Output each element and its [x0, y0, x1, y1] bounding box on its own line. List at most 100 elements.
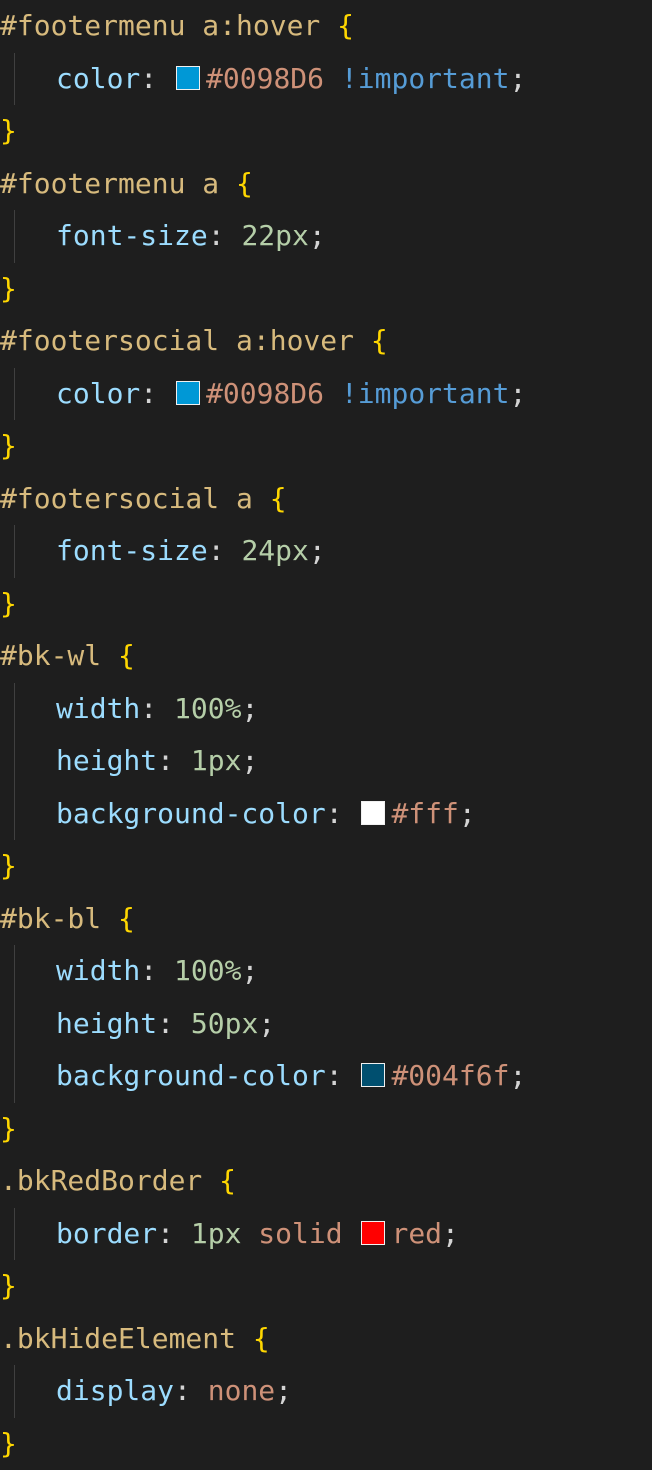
- code-line[interactable]: #footersocial a {: [0, 473, 652, 526]
- code-token: #footermenu a: [0, 166, 237, 200]
- code-token: 100%: [174, 954, 242, 987]
- code-token: ;: [241, 744, 259, 777]
- color-swatch-icon[interactable]: [176, 380, 201, 405]
- code-token: ;: [509, 61, 527, 95]
- code-token: :: [140, 954, 175, 987]
- code-editor[interactable]: #footermenu a:hover {color: #0098D6 !imp…: [0, 0, 652, 1470]
- code-token: {: [269, 481, 287, 515]
- code-token: height: [56, 744, 158, 777]
- indent-guide: [0, 682, 56, 736]
- code-token: color: [56, 376, 141, 410]
- code-token: {: [252, 1321, 270, 1355]
- code-line[interactable]: height: 50px;: [0, 997, 652, 1051]
- code-line[interactable]: .bkRedBorder {: [0, 1155, 652, 1208]
- code-token: red: [391, 1216, 443, 1250]
- code-token: #0098D6: [206, 61, 325, 95]
- code-line[interactable]: }: [0, 1103, 652, 1156]
- code-token: !important: [324, 376, 510, 410]
- code-token: border: [56, 1216, 158, 1250]
- code-line[interactable]: }: [0, 840, 652, 893]
- code-line[interactable]: height: 1px;: [0, 735, 652, 788]
- color-swatch-icon[interactable]: [361, 1220, 386, 1245]
- code-line[interactable]: #footersocial a:hover {: [0, 315, 652, 368]
- code-token: .bkRedBorder: [0, 1164, 220, 1197]
- code-line[interactable]: #footermenu a:hover {: [0, 0, 652, 53]
- code-token: #footersocial a:hover: [0, 324, 371, 357]
- code-token: :: [140, 376, 175, 410]
- color-swatch-icon[interactable]: [361, 800, 386, 825]
- code-token: {: [236, 166, 253, 200]
- code-token: ;: [275, 1374, 293, 1407]
- code-token: display: [56, 1374, 175, 1407]
- code-token: font-size: [56, 534, 208, 567]
- code-token: :: [140, 691, 175, 725]
- code-line[interactable]: .bkHideElement {: [0, 1313, 652, 1366]
- code-token: 50px: [190, 1006, 259, 1040]
- code-line[interactable]: #bk-wl {: [0, 630, 652, 683]
- indent-guide: [0, 1050, 56, 1103]
- indent-guide: [0, 787, 56, 841]
- code-token: ;: [308, 534, 326, 567]
- code-token: }: [0, 1426, 17, 1460]
- code-token: #footermenu a:hover: [0, 9, 338, 42]
- code-token: ;: [458, 796, 476, 830]
- code-token: :: [325, 1059, 360, 1092]
- code-token: :: [157, 1006, 191, 1040]
- code-line[interactable]: background-color: #004f6f;: [0, 1050, 652, 1103]
- code-line[interactable]: width: 100%;: [0, 682, 652, 736]
- code-token: #004f6f: [391, 1059, 510, 1092]
- indent-guide: [0, 945, 56, 998]
- code-line[interactable]: font-size: 22px;: [0, 210, 652, 263]
- code-token: {: [370, 324, 388, 357]
- code-token: }: [0, 114, 17, 147]
- code-token: color: [56, 61, 141, 95]
- code-line[interactable]: border: 1px solid red;: [0, 1207, 652, 1261]
- code-line[interactable]: }: [0, 263, 652, 316]
- code-line[interactable]: color: #0098D6 !important;: [0, 367, 652, 421]
- code-line[interactable]: }: [0, 1260, 652, 1313]
- code-token: }: [0, 849, 17, 882]
- code-line[interactable]: font-size: 24px;: [0, 525, 652, 578]
- code-token: :: [207, 534, 242, 567]
- indent-guide: [0, 1207, 56, 1261]
- code-line[interactable]: }: [0, 1418, 652, 1470]
- code-token: {: [118, 639, 135, 672]
- color-swatch-icon[interactable]: [176, 65, 201, 90]
- code-token: :: [157, 744, 191, 777]
- code-token: }: [0, 1269, 17, 1302]
- code-line[interactable]: display: none;: [0, 1365, 652, 1418]
- indent-guide: [0, 367, 56, 421]
- code-line[interactable]: width: 100%;: [0, 945, 652, 998]
- color-swatch-icon[interactable]: [361, 1063, 386, 1087]
- indent-guide: [0, 997, 56, 1051]
- indent-guide: [0, 735, 56, 788]
- code-token: background-color: [56, 1059, 326, 1092]
- code-token: #bk-wl: [0, 639, 119, 672]
- code-line[interactable]: color: #0098D6 !important;: [0, 52, 652, 106]
- code-token: solid: [241, 1216, 360, 1250]
- code-token: #0098D6: [206, 376, 325, 410]
- code-token: none: [207, 1374, 276, 1407]
- indent-guide: [0, 525, 56, 578]
- code-token: width: [56, 954, 141, 987]
- code-line[interactable]: }: [0, 420, 652, 473]
- code-token: font-size: [56, 219, 208, 252]
- code-line[interactable]: }: [0, 578, 652, 631]
- indent-guide: [0, 52, 56, 106]
- code-token: :: [207, 219, 242, 252]
- code-line[interactable]: #bk-bl {: [0, 893, 652, 946]
- code-line[interactable]: #footermenu a {: [0, 158, 652, 211]
- code-token: ;: [308, 219, 326, 252]
- code-token: ;: [442, 1216, 459, 1250]
- code-token: :: [174, 1374, 208, 1407]
- code-line[interactable]: background-color: #fff;: [0, 787, 652, 841]
- indent-guide: [0, 1365, 56, 1418]
- code-line[interactable]: }: [0, 105, 652, 158]
- code-token: :: [325, 796, 360, 830]
- code-token: :: [140, 61, 175, 95]
- code-token: ;: [509, 376, 527, 410]
- code-token: }: [0, 271, 17, 305]
- code-token: .bkHideElement: [0, 1321, 253, 1355]
- code-token: {: [118, 901, 135, 935]
- code-token: 24px: [241, 534, 309, 567]
